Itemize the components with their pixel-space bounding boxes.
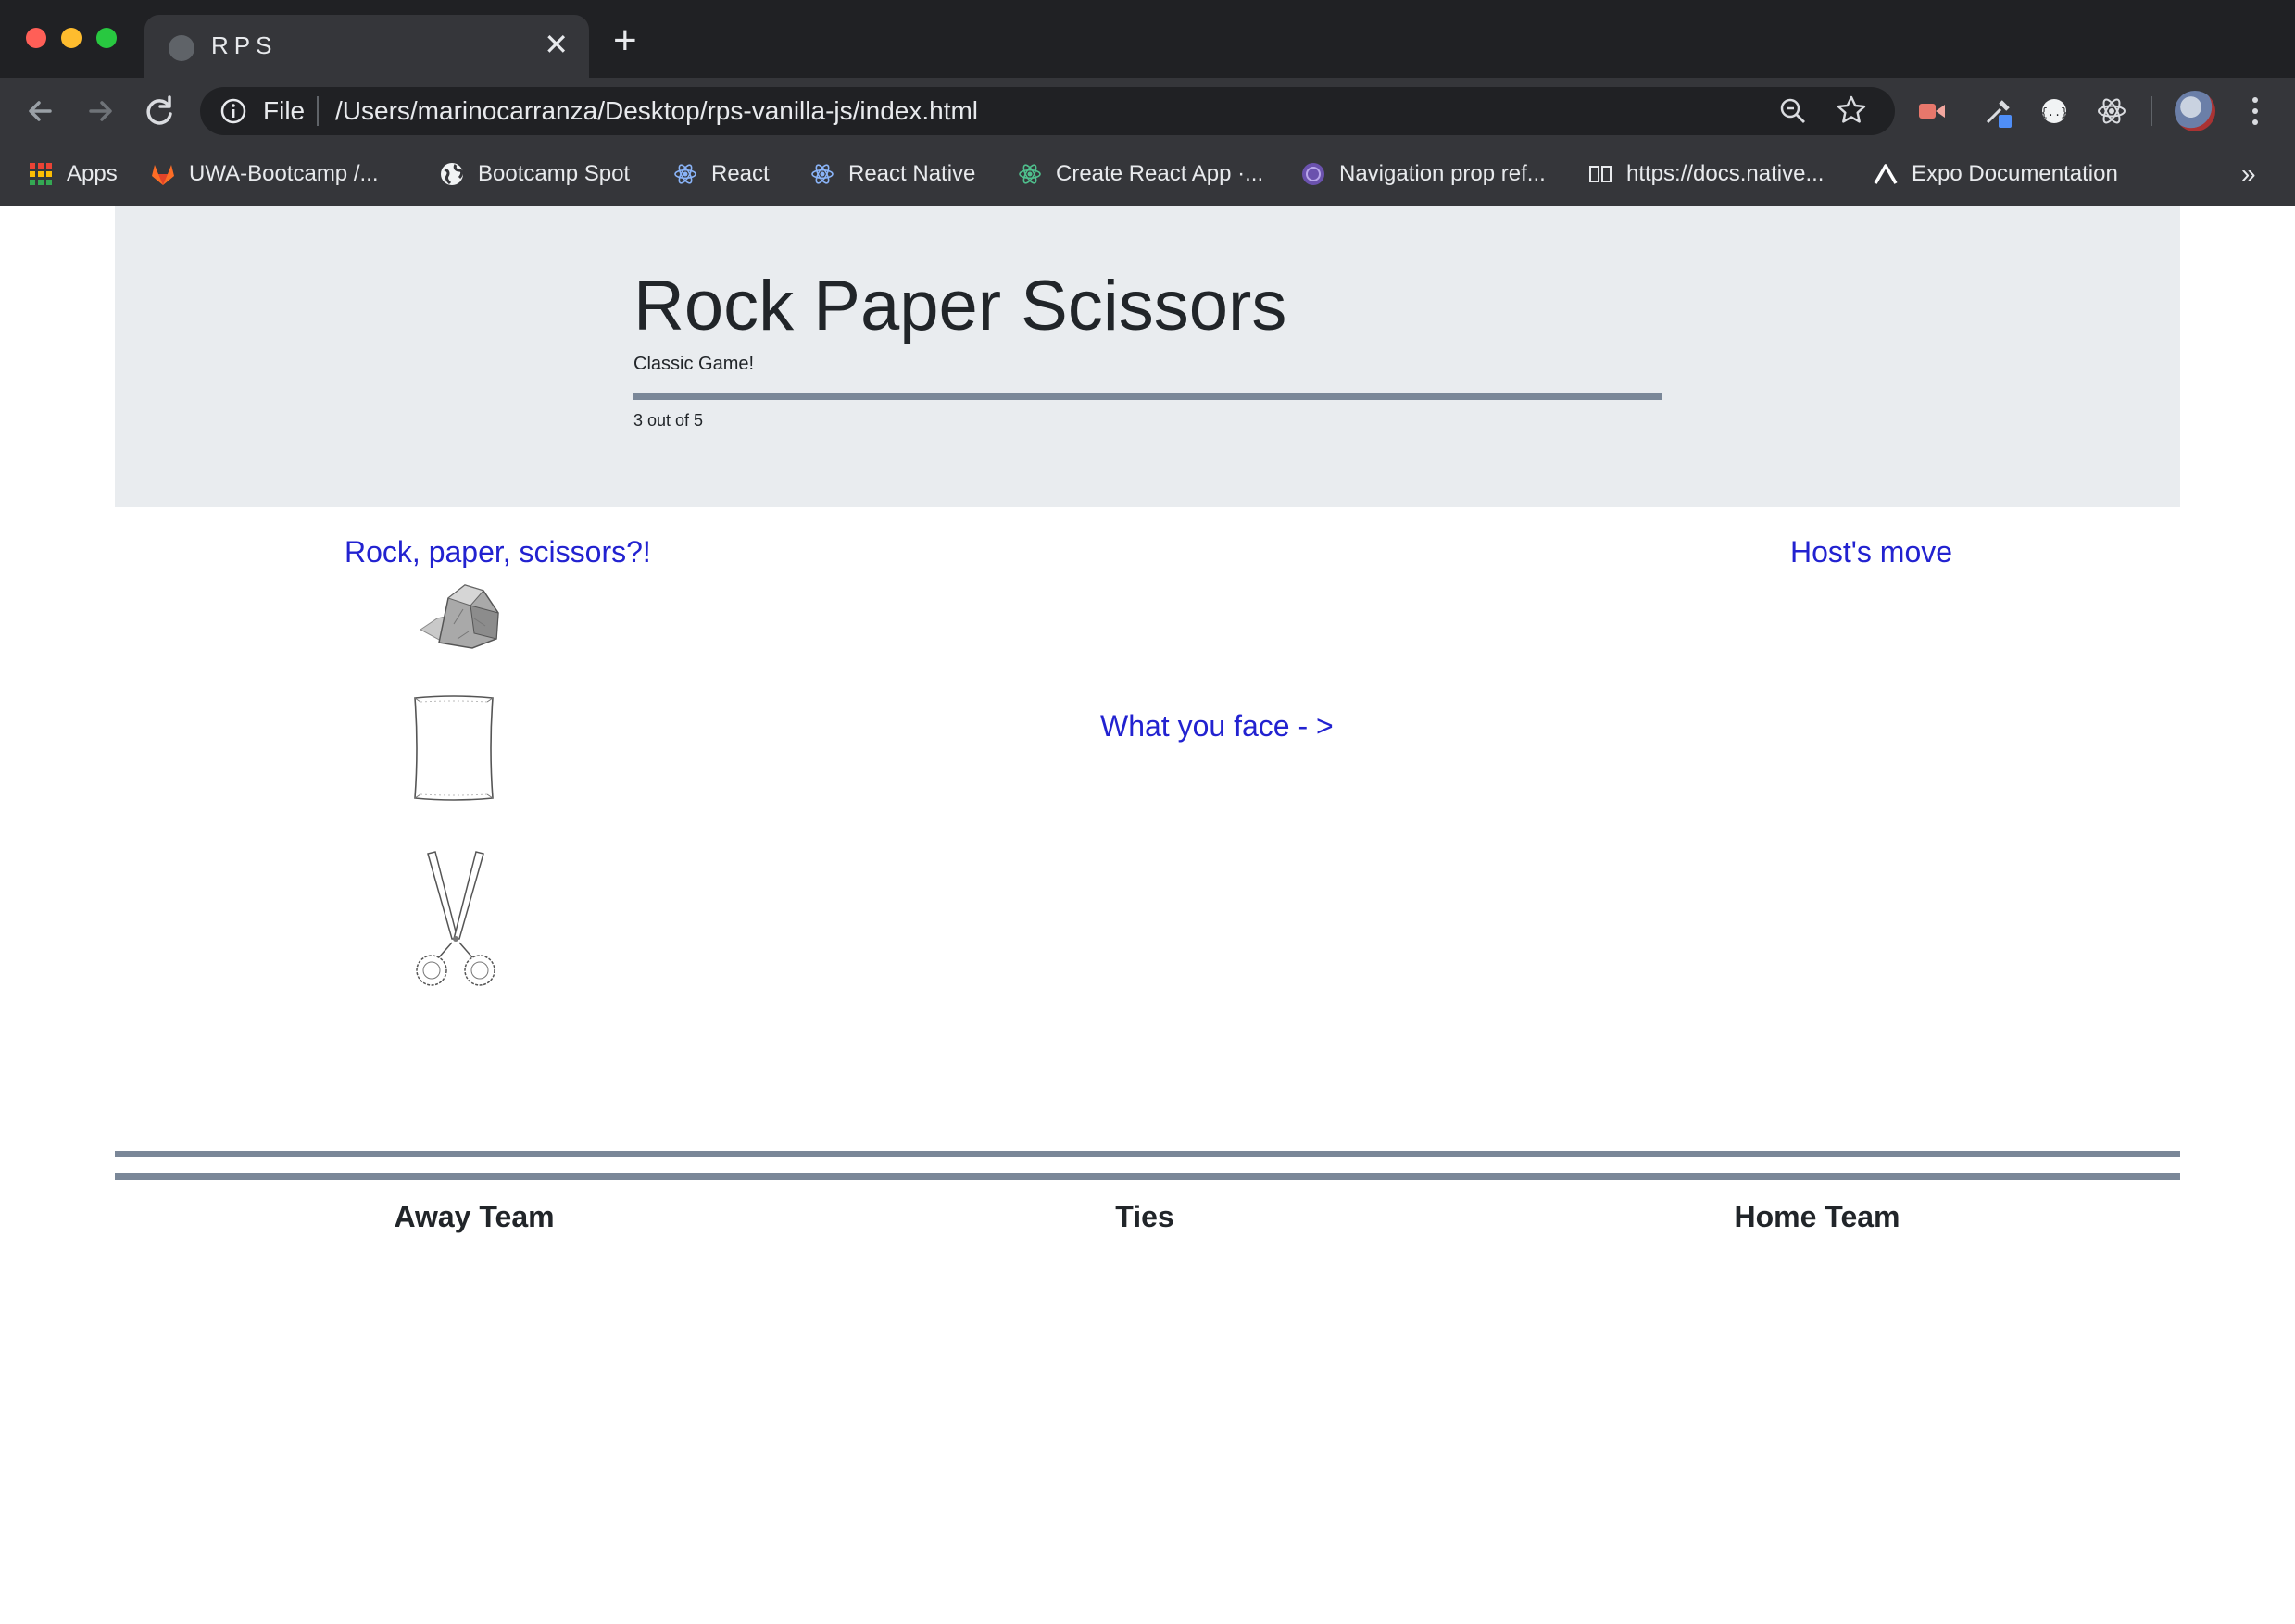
react-icon <box>1019 164 1041 184</box>
opponent-move-heading: What you face - > <box>1100 709 1334 743</box>
gitlab-icon <box>152 165 174 185</box>
page-subtitle: Classic Game! <box>633 354 755 374</box>
globe-icon <box>441 163 464 185</box>
bookmarks-bar: Apps UWA-Bootcamp /... Bootcamp Spot Rea… <box>0 148 2295 206</box>
reload-button[interactable] <box>139 91 180 131</box>
bookmarks-overflow-button[interactable]: » <box>2241 156 2256 193</box>
more-menu-icon[interactable] <box>2241 93 2269 130</box>
rock-icon <box>420 584 499 649</box>
bookmark-label: React <box>711 161 770 186</box>
bookmark-create-react-app[interactable]: Create React App ·... <box>1017 156 1263 193</box>
header-jumbotron: Rock Paper Scissors Classic Game! 3 out … <box>115 206 2180 507</box>
react-icon <box>811 164 834 184</box>
tab-strip: RPS ✕ + <box>0 0 2295 78</box>
expo-icon <box>1874 164 1898 184</box>
bookmark-label: Navigation prop ref... <box>1339 161 1546 186</box>
address-bar[interactable]: File /Users/marinocarranza/Desktop/rps-v… <box>200 87 1895 135</box>
tab-title: RPS <box>211 31 278 59</box>
bookmark-react[interactable]: React <box>672 156 770 193</box>
arrow-left-icon <box>29 101 52 121</box>
rock-choice-button[interactable] <box>417 578 506 650</box>
ties-heading: Ties <box>1115 1200 1174 1233</box>
bookmark-label: React Native <box>848 161 976 186</box>
away-team-heading: Away Team <box>394 1200 555 1233</box>
bookmark-docs-native[interactable]: https://docs.native... <box>1587 156 1824 193</box>
bookmark-apps[interactable]: Apps <box>28 156 118 193</box>
paper-choice-button[interactable] <box>409 693 498 804</box>
info-icon[interactable] <box>219 96 248 126</box>
browser-chrome: RPS ✕ + File /Users/marinocarranza/Deskt… <box>0 0 2295 206</box>
toolbar-divider <box>2151 96 2152 126</box>
docs-icon <box>1589 166 1612 182</box>
home-team-heading: Home Team <box>1734 1200 1900 1233</box>
profile-avatar[interactable] <box>2175 91 2215 131</box>
close-tab-icon[interactable]: ✕ <box>544 28 569 61</box>
color-picker-extension-icon[interactable] <box>1980 93 2017 130</box>
round-counter: 3 out of 5 <box>633 411 704 430</box>
bookmark-label: Expo Documentation <box>1912 161 2118 186</box>
json-viewer-extension-icon[interactable]: {..} <box>2036 93 2073 130</box>
arrow-right-icon <box>89 101 112 121</box>
url-text[interactable]: /Users/marinocarranza/Desktop/rps-vanill… <box>335 96 978 126</box>
bookmark-label: UWA-Bootcamp /... <box>189 161 379 186</box>
page-title: Rock Paper Scissors <box>633 267 1287 345</box>
bookmark-label: Create React App ·... <box>1056 161 1264 186</box>
host-move-heading: Host's move <box>1790 535 1953 568</box>
new-tab-button[interactable]: + <box>613 20 637 61</box>
paper-icon <box>414 695 494 801</box>
scoreboard-divider-top <box>115 1151 2180 1157</box>
maximize-window-button[interactable] <box>96 28 117 48</box>
scissors-icon <box>416 851 495 986</box>
scoreboard-divider-bottom <box>115 1173 2180 1180</box>
zoom-out-icon[interactable] <box>1778 96 1808 126</box>
svg-text:{..}: {..} <box>2041 106 2068 119</box>
choose-move-heading: Rock, paper, scissors?! <box>345 535 651 568</box>
close-window-button[interactable] <box>26 28 46 48</box>
minimize-window-button[interactable] <box>61 28 82 48</box>
apps-grid-icon <box>30 163 52 185</box>
bookmark-label: https://docs.native... <box>1626 161 1825 186</box>
header-rule <box>633 393 1662 400</box>
react-devtools-icon[interactable] <box>2093 93 2130 130</box>
bookmark-label: Apps <box>67 161 118 186</box>
bookmark-navigation-prop[interactable]: Navigation prop ref... <box>1300 156 1546 193</box>
omnibox-divider <box>317 96 319 126</box>
forward-button[interactable] <box>80 91 120 131</box>
bookmark-bootcamp-spot[interactable]: Bootcamp Spot <box>439 156 630 193</box>
react-icon <box>674 164 696 184</box>
file-scheme-label: File <box>263 96 306 125</box>
bookmark-star-icon[interactable] <box>1836 94 1867 126</box>
bookmark-react-native[interactable]: React Native <box>809 156 975 193</box>
reload-icon <box>146 95 172 125</box>
scissors-choice-button[interactable] <box>411 850 500 991</box>
record-extension-icon[interactable] <box>1913 93 1950 130</box>
react-navigation-icon <box>1302 163 1324 185</box>
bookmark-label: Bootcamp Spot <box>478 161 631 186</box>
globe-icon <box>169 35 194 61</box>
back-button[interactable] <box>20 91 61 131</box>
bookmark-uwa-bootcamp[interactable]: UWA-Bootcamp /... <box>150 156 379 193</box>
tab-rps[interactable]: RPS ✕ <box>144 15 589 78</box>
bookmark-expo-documentation[interactable]: Expo Documentation <box>1873 156 2118 193</box>
